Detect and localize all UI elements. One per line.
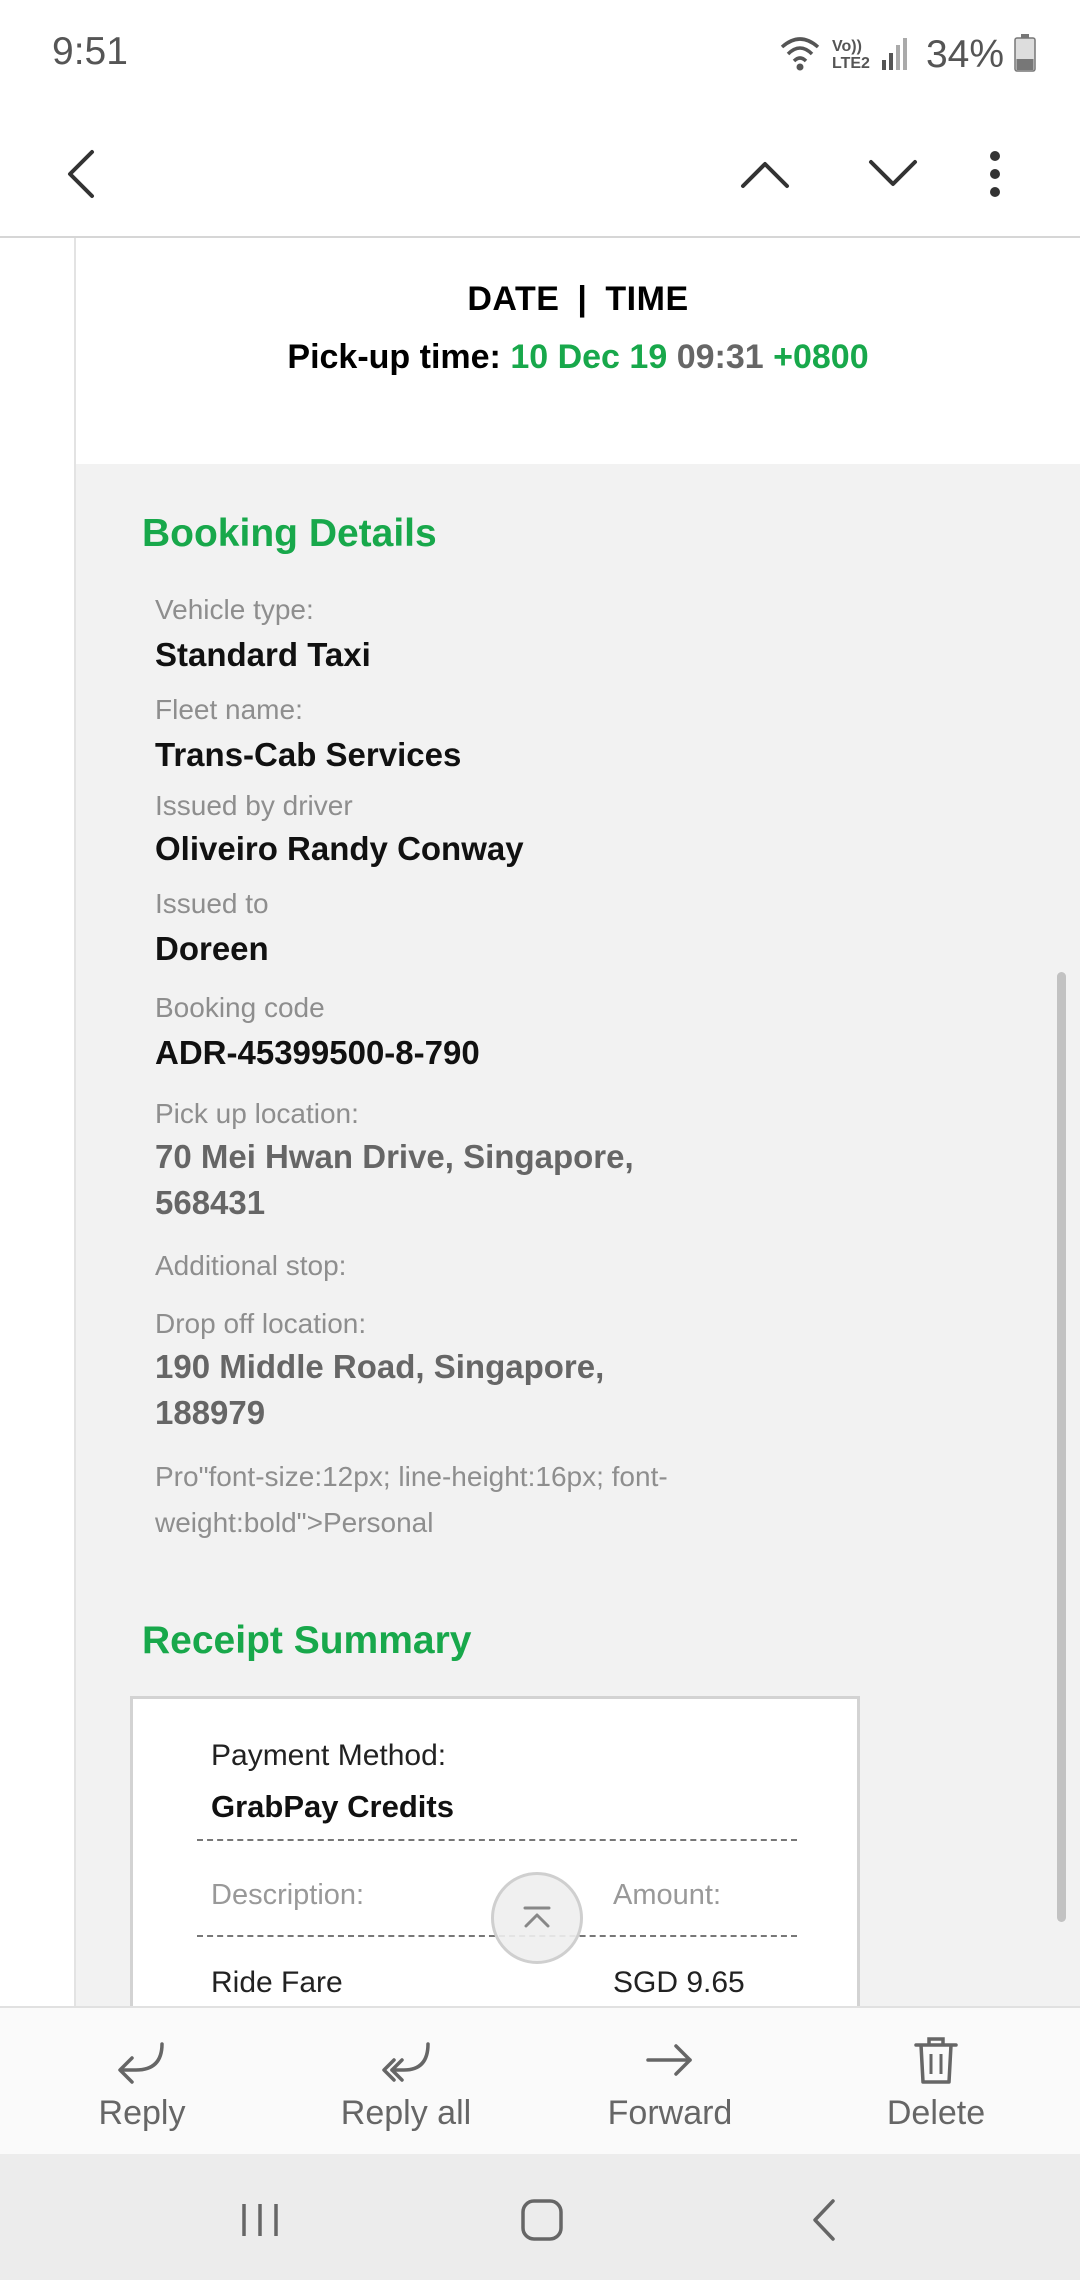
pickup-date: 10 Dec 19	[510, 338, 668, 376]
chevron-up-icon	[741, 162, 789, 188]
chevron-down-icon	[869, 160, 917, 186]
booking-code-label: Booking code	[155, 992, 325, 1023]
delete-button[interactable]: Delete	[826, 2008, 1046, 2156]
pickup-time-label: Pick-up time:	[287, 338, 501, 376]
status-time: 9:51	[52, 30, 128, 73]
fleet-name-label: Fleet name:	[155, 694, 303, 725]
previous-email-button[interactable]	[725, 134, 805, 214]
issued-by-driver-label: Issued by driver	[155, 790, 353, 821]
lte-label: LTE2	[832, 55, 870, 72]
signal-icon	[880, 36, 910, 75]
reply-all-icon	[296, 2034, 516, 2086]
vehicle-type-value: Standard Taxi	[155, 636, 371, 673]
system-back-button[interactable]	[784, 2180, 864, 2260]
booking-code-value: ADR-45399500-8-790	[155, 1034, 480, 1071]
email-body[interactable]: DATE | TIME Pick-up time: 10 Dec 19 09:31 …	[0, 238, 1080, 2006]
ride-fare-amount: SGD 9.65	[613, 1966, 745, 1999]
email-action-bar: Reply Reply all Forward Delete	[0, 2006, 1080, 2156]
system-navigation-bar	[0, 2154, 1080, 2280]
pickup-time-line: Pick-up time: 10 Dec 19 09:31 +0800	[76, 338, 1080, 377]
pickup-clock-time: 09:31	[676, 338, 764, 376]
issued-to-label: Issued to	[155, 888, 269, 919]
forward-label: Forward	[607, 2094, 733, 2132]
date-time-heading: DATE | TIME	[76, 280, 1080, 319]
reply-label: Reply	[98, 2094, 186, 2132]
battery-percent: 34%	[925, 33, 1004, 76]
issued-by-driver-value: Oliveiro Randy Conway	[155, 830, 524, 867]
payment-method-label: Payment Method:	[211, 1739, 447, 1772]
chevron-left-icon	[68, 150, 94, 198]
additional-stop-label: Additional stop:	[155, 1250, 347, 1281]
email-toolbar	[0, 110, 1080, 238]
pickup-location-value: 70 Mei Hwan Drive, Singapore, 568431	[155, 1138, 634, 1221]
date-time-section: DATE | TIME Pick-up time: 10 Dec 19 09:31 …	[76, 238, 1080, 464]
ride-fare-description: Ride Fare	[211, 1966, 343, 1999]
dropoff-location-label: Drop off location:	[155, 1308, 367, 1339]
reply-all-label: Reply all	[340, 2094, 472, 2132]
recents-button[interactable]	[220, 2180, 300, 2260]
pickup-location-label: Pick up location:	[155, 1098, 359, 1129]
scrollbar[interactable]	[1057, 972, 1066, 1922]
dropoff-location-value: 190 Middle Road, Singapore, 188979	[155, 1348, 605, 1431]
payment-method-value: GrabPay Credits	[211, 1789, 454, 1824]
forward-button[interactable]: Forward	[560, 2008, 780, 2156]
next-email-button[interactable]	[853, 134, 933, 214]
time-label: TIME	[605, 280, 689, 318]
profile-text: Pro"font-size:12px; line-height:16px; fo…	[155, 1461, 668, 1538]
more-vertical-icon	[990, 151, 1000, 197]
back-icon	[813, 2199, 835, 2241]
amount-column-label: Amount:	[613, 1879, 721, 1911]
issued-to-value: Doreen	[155, 930, 269, 967]
fleet-name-value: Trans-Cab Services	[155, 736, 462, 773]
volte-label: Vo))	[832, 38, 862, 55]
more-options-button[interactable]	[955, 134, 1035, 214]
vehicle-type-label: Vehicle type:	[155, 594, 314, 625]
date-time-separator: |	[577, 280, 588, 318]
recents-icon	[242, 2204, 278, 2236]
reply-icon	[32, 2034, 252, 2086]
battery-icon	[1014, 33, 1036, 77]
divider	[197, 1839, 797, 1841]
home-button[interactable]	[502, 2180, 582, 2260]
pickup-timezone: +0800	[773, 338, 869, 376]
status-bar: 9:51 Vo)) LTE2 34%	[0, 0, 1080, 110]
booking-details-title: Booking Details	[142, 512, 437, 555]
scroll-to-top-button[interactable]	[491, 1872, 583, 1964]
delete-label: Delete	[886, 2094, 986, 2132]
wifi-icon	[778, 33, 822, 78]
forward-icon	[560, 2034, 780, 2086]
description-column-label: Description:	[211, 1879, 365, 1911]
reply-button[interactable]: Reply	[32, 2008, 252, 2156]
date-label: DATE	[467, 280, 560, 318]
receipt-summary-title: Receipt Summary	[142, 1619, 472, 1662]
back-button[interactable]	[42, 134, 122, 214]
reply-all-button[interactable]: Reply all	[296, 2008, 516, 2156]
status-icons: Vo)) LTE2 34%	[778, 30, 1036, 80]
home-icon	[521, 2199, 563, 2241]
scroll-to-top-icon	[523, 1906, 551, 1928]
trash-icon	[826, 2034, 1046, 2086]
volte-badge: Vo)) LTE2	[832, 38, 870, 72]
receipt-card: Payment Method: GrabPay Credits Descript…	[130, 1696, 860, 2006]
